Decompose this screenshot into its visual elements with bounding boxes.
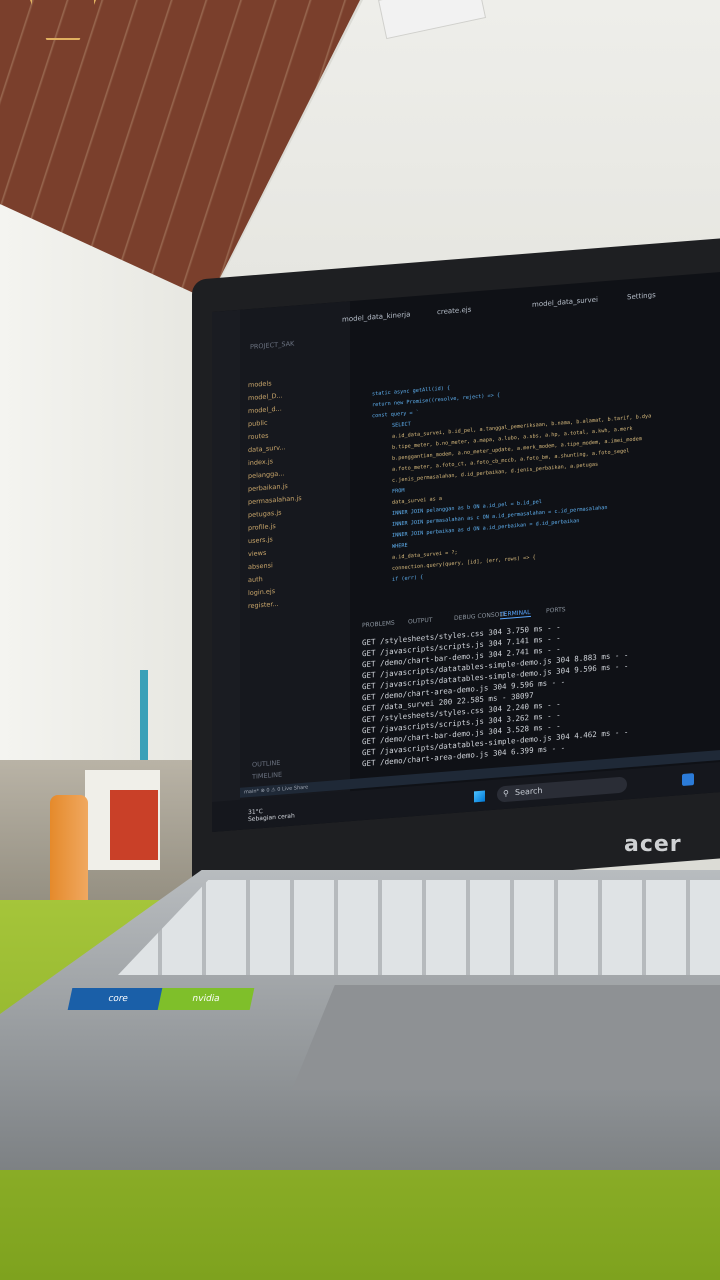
explorer-project: PROJECT_SAK (250, 339, 295, 352)
wall-left (0, 205, 215, 805)
panel-tab: TERMINAL (500, 608, 531, 620)
vscode-icon[interactable] (682, 773, 694, 787)
panel-tab: OUTPUT (408, 616, 433, 626)
code-line: static async getAll(id) { (372, 385, 451, 398)
code-line: FROM (392, 487, 405, 495)
nvidia-sticker: nvidia (157, 988, 255, 1010)
explorer-item: public (248, 418, 268, 429)
search-placeholder: Search (515, 785, 543, 798)
code-line: SELECT (392, 421, 411, 429)
explorer-item: routes (248, 431, 269, 442)
orange-bottle (50, 795, 88, 905)
touchpad (292, 985, 720, 1090)
activity-bar (212, 309, 240, 832)
keyboard-keys (118, 880, 720, 975)
editor-tab: model_data_kinerja (342, 310, 411, 324)
acer-logo: acer (624, 832, 682, 857)
red-package (110, 790, 158, 860)
code-line: if (err) { (392, 574, 424, 583)
explorer-item: views (248, 548, 267, 559)
panel-tab: PORTS (546, 606, 566, 615)
explorer-item: auth (248, 575, 263, 585)
editor-tab: Settings (627, 291, 656, 302)
code-line: const query = ` (372, 409, 419, 420)
code-line: data_survei as a (392, 495, 442, 506)
panel-tab: DEBUG CONSOLE (454, 610, 507, 622)
umbrella (140, 670, 148, 760)
laptop-screen: PROJECT_SAK models model_D... model_d... pu… (212, 271, 720, 833)
editor-tab: model_data_survei (532, 295, 598, 309)
windows-start-icon[interactable] (474, 790, 485, 803)
panel-tab: PROBLEMS (362, 619, 395, 630)
intel-core-sticker: core (67, 988, 169, 1010)
search-icon: ⚲ (503, 788, 509, 799)
code-line: WHERE (392, 542, 408, 550)
editor-tab: create.ejs (437, 305, 472, 317)
code-line: a.id_data_survei = ?; (392, 549, 458, 561)
